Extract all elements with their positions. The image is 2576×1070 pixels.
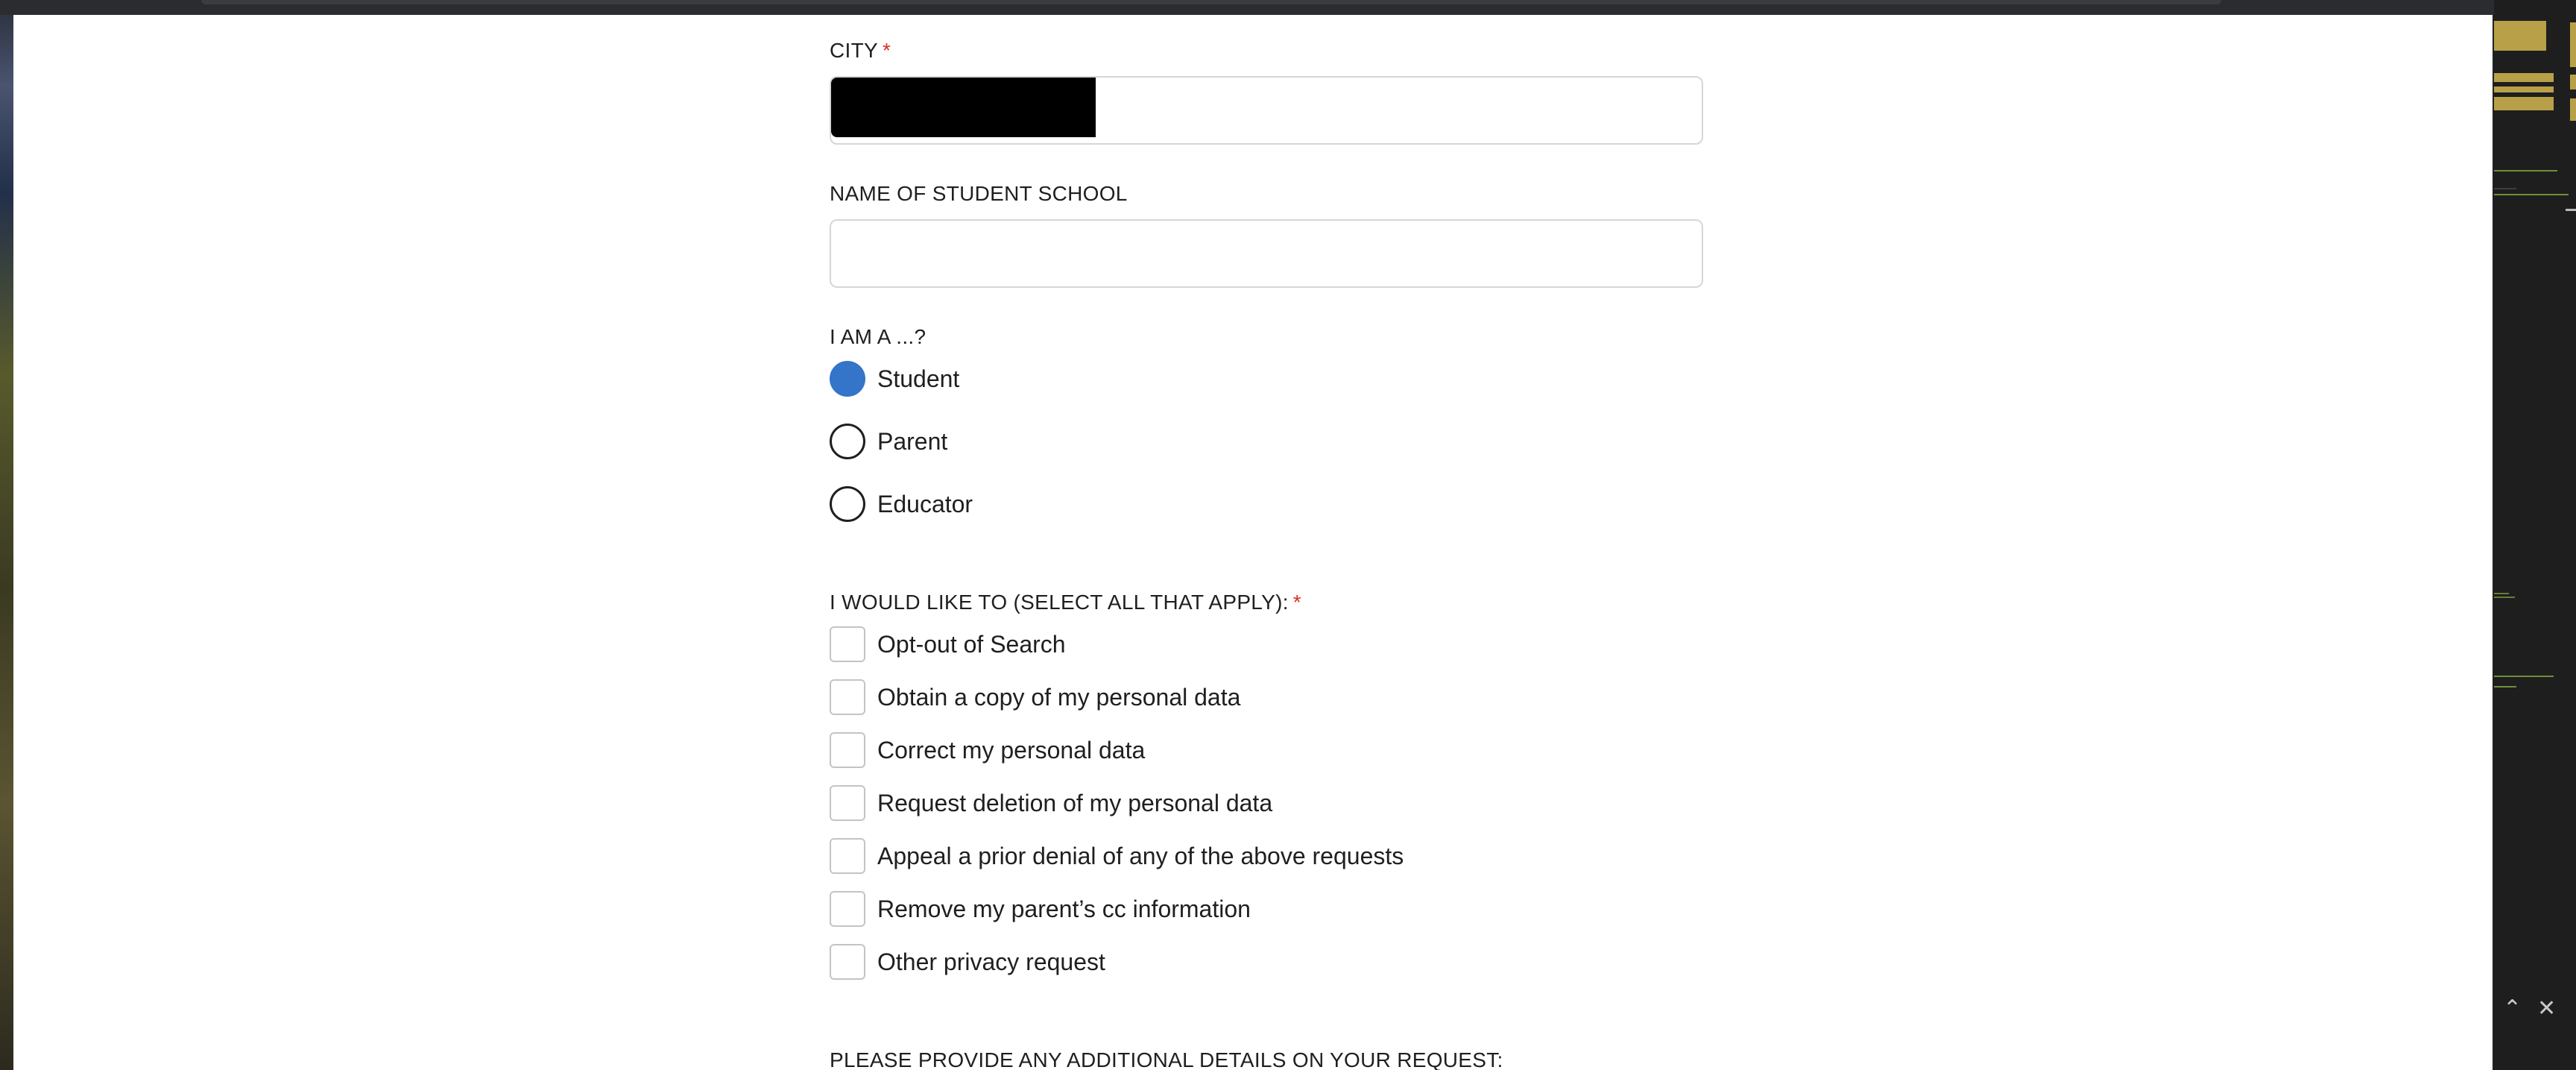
- form-page: CITY * NAME OF STUDENT SCHOOL I AM A ...?…: [13, 15, 2493, 1070]
- side-panel: ⌃ ✕: [2494, 0, 2576, 1070]
- panel-highlight: [2570, 22, 2576, 67]
- required-mark: *: [882, 39, 891, 62]
- checkbox[interactable]: [830, 838, 865, 874]
- checkbox[interactable]: [830, 732, 865, 768]
- requests-label: I WOULD LIKE TO (SELECT ALL THAT APPLY):…: [830, 591, 1301, 614]
- checkbox-label: Opt-out of Search: [877, 630, 1066, 658]
- close-icon[interactable]: ✕: [2537, 998, 2556, 1020]
- panel-highlight: [2494, 86, 2554, 92]
- checkbox[interactable]: [830, 891, 865, 927]
- checkbox-label: Appeal a prior denial of any of the abov…: [877, 842, 1404, 869]
- desktop-background: [0, 0, 13, 1070]
- panel-highlight: [2570, 98, 2576, 121]
- checkbox-opt-out[interactable]: Opt-out of Search: [830, 626, 1066, 662]
- checkbox-label: Correct my personal data: [877, 736, 1146, 764]
- city-label-text: CITY: [830, 39, 878, 62]
- checkbox-label: Obtain a copy of my personal data: [877, 683, 1241, 711]
- panel-line: [2494, 597, 2515, 598]
- panel-highlight: [2494, 21, 2546, 51]
- city-label: CITY *: [830, 39, 891, 63]
- panel-line: [2494, 593, 2509, 594]
- checkbox[interactable]: [830, 679, 865, 715]
- checkbox-other-request[interactable]: Other privacy request: [830, 944, 1105, 980]
- panel-line: [2494, 170, 2557, 171]
- panel-line: [2566, 209, 2576, 211]
- browser-top-bar: [0, 0, 2494, 15]
- checkbox-appeal-denial[interactable]: Appeal a prior denial of any of the abov…: [830, 838, 1404, 874]
- checkbox-label: Request deletion of my personal data: [877, 789, 1273, 816]
- city-input[interactable]: [830, 76, 1703, 145]
- required-mark: *: [1292, 591, 1301, 614]
- role-label: I AM A ...?: [830, 325, 926, 348]
- checkbox-label: Remove my parent’s cc information: [877, 895, 1251, 922]
- checkbox-remove-cc[interactable]: Remove my parent’s cc information: [830, 891, 1251, 927]
- radio-label: Educator: [877, 490, 973, 517]
- panel-line: [2494, 686, 2516, 687]
- panel-line: [2494, 188, 2516, 189]
- panel-highlight: [2494, 73, 2554, 82]
- checkbox[interactable]: [830, 626, 865, 662]
- radio-button[interactable]: [830, 424, 865, 459]
- radio-button[interactable]: [830, 486, 865, 522]
- radio-label: Parent: [877, 427, 948, 455]
- checkbox-label: Other privacy request: [877, 948, 1105, 975]
- radio-student[interactable]: Student: [830, 361, 959, 397]
- requests-label-text: I WOULD LIKE TO (SELECT ALL THAT APPLY):: [830, 591, 1289, 614]
- checkbox-request-deletion[interactable]: Request deletion of my personal data: [830, 785, 1272, 821]
- chevron-up-icon[interactable]: ⌃: [2503, 998, 2522, 1020]
- radio-button-selected[interactable]: [830, 361, 865, 397]
- panel-line: [2494, 194, 2569, 195]
- school-label: NAME OF STUDENT SCHOOL: [830, 182, 1128, 205]
- radio-label: Student: [877, 365, 960, 392]
- panel-line: [2494, 676, 2554, 677]
- checkbox[interactable]: [830, 944, 865, 980]
- panel-highlight: [2494, 97, 2554, 110]
- radio-educator[interactable]: Educator: [830, 486, 973, 522]
- tab-strip: [201, 0, 2221, 4]
- panel-highlight: [2570, 75, 2576, 89]
- details-label: PLEASE PROVIDE ANY ADDITIONAL DETAILS ON…: [830, 1048, 1503, 1070]
- checkbox-obtain-copy[interactable]: Obtain a copy of my personal data: [830, 679, 1240, 715]
- checkbox-correct-data[interactable]: Correct my personal data: [830, 732, 1145, 768]
- school-input[interactable]: [830, 219, 1703, 288]
- redacted-value: [831, 78, 1096, 137]
- radio-parent[interactable]: Parent: [830, 424, 947, 459]
- checkbox[interactable]: [830, 785, 865, 821]
